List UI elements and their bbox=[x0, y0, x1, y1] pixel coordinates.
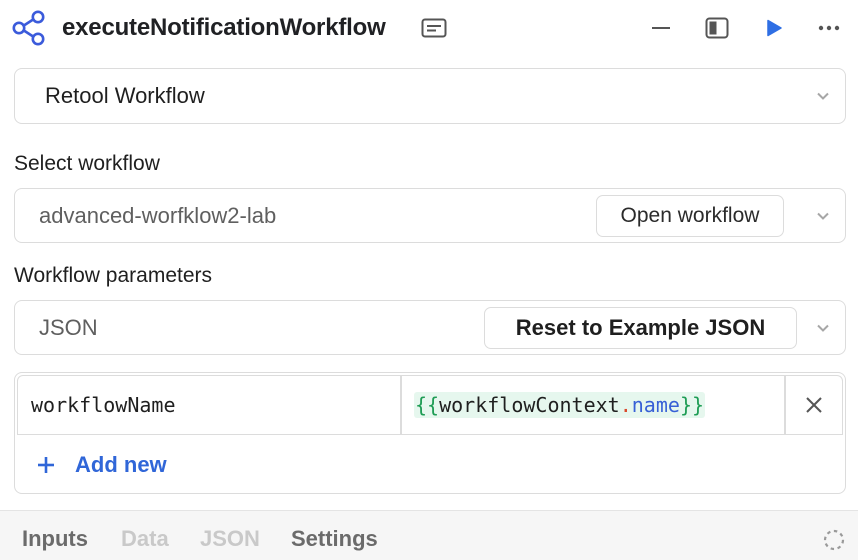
add-new-parameter-button[interactable]: Add new bbox=[35, 449, 167, 481]
query-title[interactable]: executeNotificationWorkflow bbox=[62, 12, 386, 44]
remove-parameter-button[interactable] bbox=[785, 375, 843, 435]
resource-select-value: Retool Workflow bbox=[45, 83, 205, 108]
panel-icon[interactable] bbox=[702, 14, 732, 42]
parameters-format-select[interactable]: JSON Reset to Example JSON bbox=[14, 300, 846, 355]
workflow-select[interactable]: advanced-worfklow2-lab Open workflow bbox=[14, 188, 846, 243]
tab-settings[interactable]: Settings bbox=[291, 525, 378, 553]
add-new-label: Add new bbox=[75, 452, 167, 477]
expr-open-brace: {{ bbox=[415, 393, 440, 417]
close-icon bbox=[806, 397, 822, 413]
template-expression: {{workflowContext.name}} bbox=[414, 392, 706, 418]
share-nodes-icon[interactable] bbox=[12, 10, 46, 46]
parameter-key-input[interactable]: workflowName bbox=[17, 375, 401, 435]
footer-tabs: Inputs Data JSON Settings bbox=[0, 510, 858, 560]
parameter-row: workflowName {{workflowContext.name}} bbox=[17, 375, 843, 435]
spinner-icon bbox=[822, 528, 846, 552]
tab-json[interactable]: JSON bbox=[200, 525, 260, 553]
more-icon[interactable] bbox=[814, 14, 844, 42]
workflow-select-value: advanced-worfklow2-lab bbox=[39, 202, 277, 228]
select-workflow-label: Select workflow bbox=[14, 152, 160, 175]
reset-example-json-button[interactable]: Reset to Example JSON bbox=[484, 307, 797, 349]
expr-property: name bbox=[631, 393, 680, 417]
plus-icon bbox=[38, 457, 54, 473]
expr-object: workflowContext bbox=[439, 393, 620, 417]
open-workflow-button[interactable]: Open workflow bbox=[596, 195, 784, 237]
resource-select[interactable]: Retool Workflow bbox=[14, 68, 846, 124]
notes-icon[interactable] bbox=[420, 16, 448, 40]
parameters-format-value: JSON bbox=[39, 314, 98, 340]
expr-close-brace: }} bbox=[679, 393, 705, 417]
workflow-parameters-label: Workflow parameters bbox=[14, 264, 213, 287]
chevron-down-icon bbox=[815, 321, 831, 335]
tab-inputs[interactable]: Inputs bbox=[22, 525, 88, 553]
play-icon[interactable] bbox=[760, 14, 788, 42]
expr-dot: . bbox=[619, 393, 632, 417]
minimize-icon[interactable] bbox=[646, 14, 676, 42]
chevron-down-icon bbox=[815, 89, 831, 103]
parameter-value-input[interactable]: {{workflowContext.name}} bbox=[401, 375, 785, 435]
tab-data[interactable]: Data bbox=[121, 525, 169, 553]
query-header: executeNotificationWorkflow bbox=[0, 0, 858, 56]
chevron-down-icon bbox=[815, 209, 831, 223]
parameters-table: workflowName {{workflowContext.name}} Ad… bbox=[14, 372, 846, 494]
